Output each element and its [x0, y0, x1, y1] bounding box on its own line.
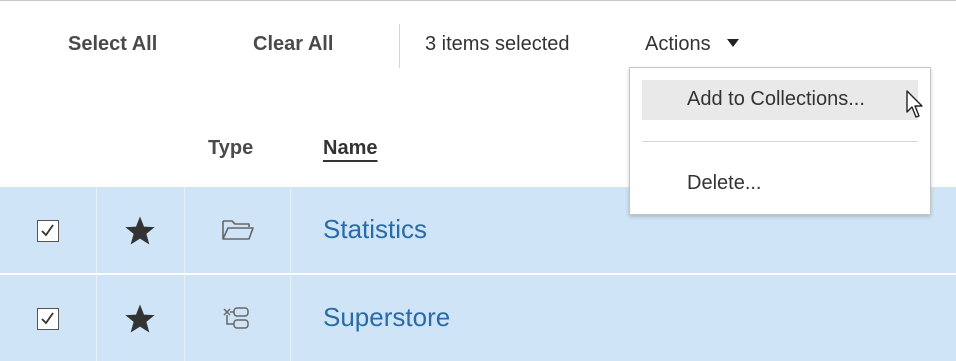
clear-all-button[interactable]: Clear All	[253, 33, 333, 56]
toolbar-divider	[399, 24, 400, 68]
actions-label: Actions	[645, 33, 711, 55]
column-header-name[interactable]: Name	[323, 137, 377, 160]
row-checkbox[interactable]	[37, 220, 59, 242]
actions-dropdown-menu: Add to Collections... Delete...	[629, 67, 931, 215]
table-row[interactable]: Superstore	[0, 275, 956, 361]
menu-item-label: Add to Collections...	[687, 88, 865, 110]
row-checkbox[interactable]	[37, 308, 59, 330]
actions-menu-button[interactable]: Actions	[645, 33, 739, 56]
menu-divider	[642, 141, 918, 142]
column-header-type: Type	[208, 137, 254, 159]
cell-divider	[184, 187, 185, 273]
folder-icon	[222, 220, 254, 240]
menu-item-delete[interactable]: Delete...	[687, 172, 761, 195]
item-name-link[interactable]: Superstore	[323, 302, 450, 333]
cell-divider	[96, 187, 97, 273]
checkmark-icon	[41, 312, 54, 325]
mouse-pointer-icon	[906, 90, 923, 118]
selection-count: 3 items selected	[425, 33, 570, 55]
item-name-link[interactable]: Statistics	[323, 214, 427, 245]
caret-down-icon	[726, 38, 739, 47]
favorite-star-icon[interactable]	[124, 215, 156, 246]
flow-icon	[223, 307, 249, 329]
select-all-button[interactable]: Select All	[68, 33, 157, 56]
menu-item-add-to-collections[interactable]: Add to Collections...	[642, 80, 918, 120]
checkmark-icon	[41, 224, 54, 237]
cell-divider	[96, 275, 97, 361]
favorite-star-icon[interactable]	[124, 303, 156, 334]
cell-divider	[184, 275, 185, 361]
cell-divider	[290, 275, 291, 361]
cell-divider	[290, 187, 291, 273]
